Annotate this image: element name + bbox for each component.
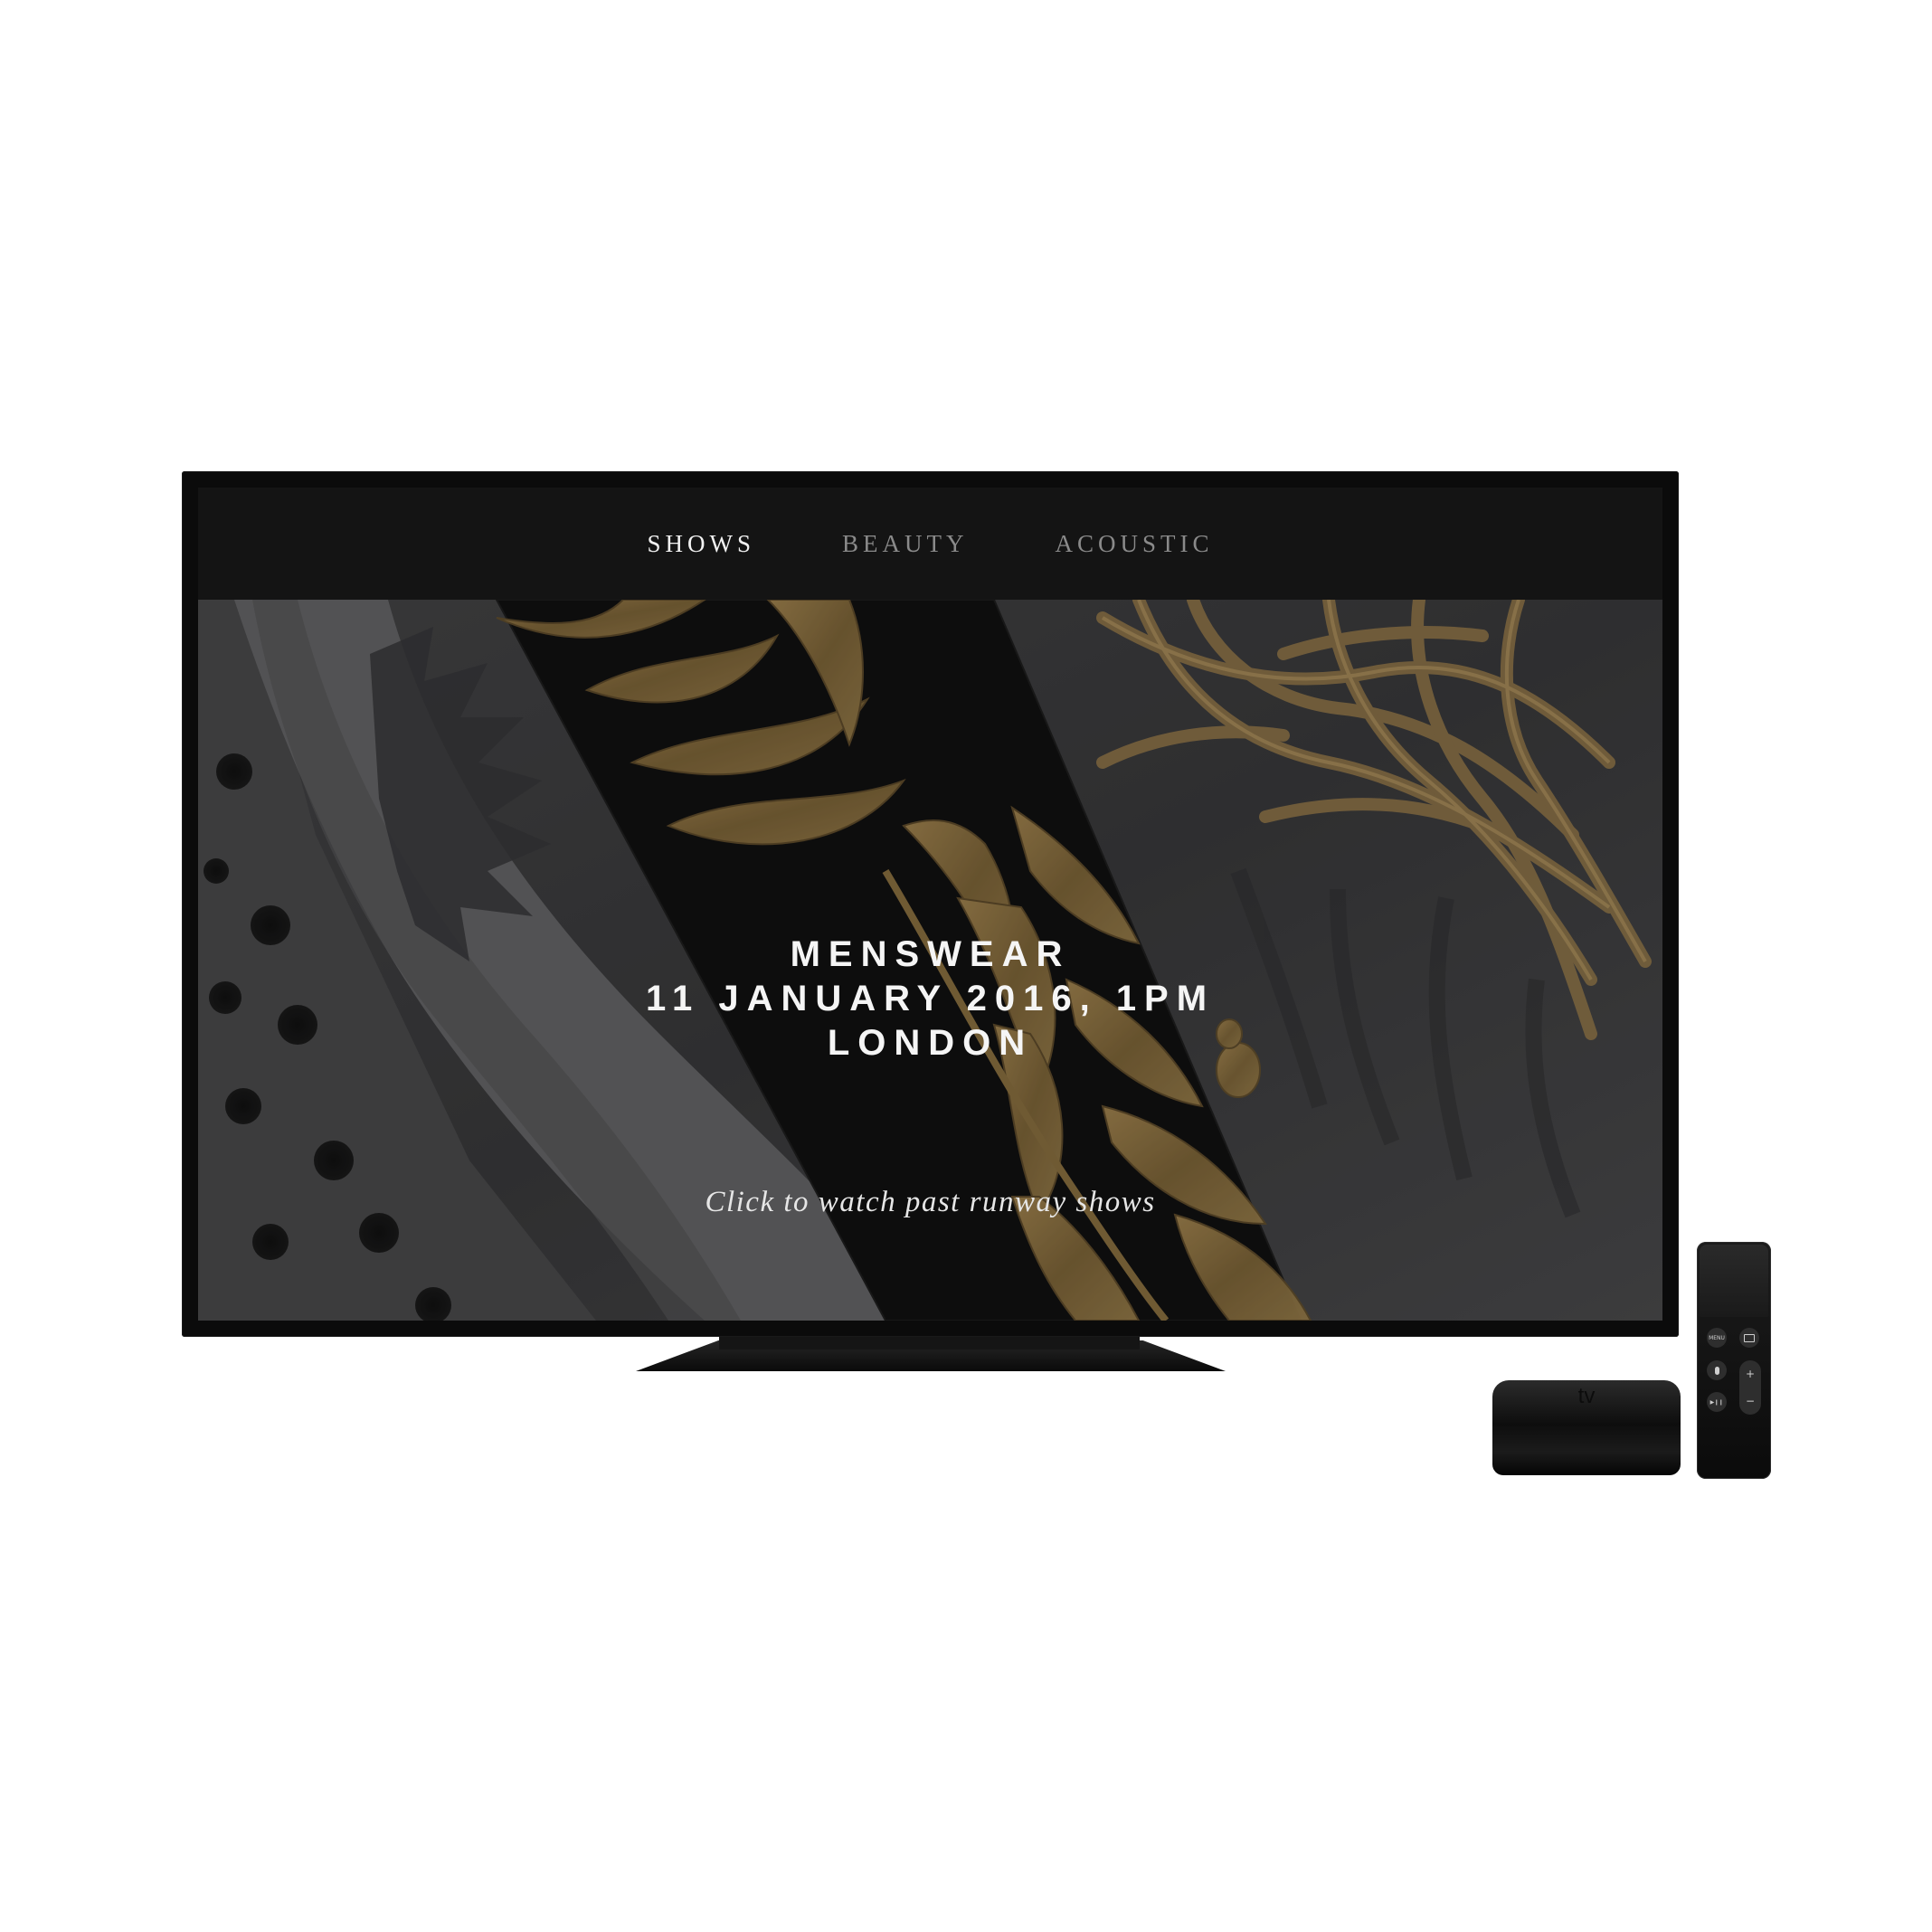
nav-tab-shows[interactable]: SHOWS xyxy=(647,530,755,558)
remote-menu-button[interactable]: MENU xyxy=(1707,1328,1727,1348)
apple-tv-box-top: tv xyxy=(1492,1380,1681,1425)
remote-volume-rocker[interactable]: + − xyxy=(1739,1360,1761,1415)
apple-tv-box: tv xyxy=(1492,1380,1681,1477)
tv-stand-neck xyxy=(719,1337,1140,1350)
remote-menu-label: MENU xyxy=(1709,1334,1725,1341)
nav-tab-acoustic[interactable]: ACOUSTIC xyxy=(1056,530,1214,558)
remote-siri-button[interactable] xyxy=(1707,1360,1727,1380)
remote-home-button[interactable] xyxy=(1739,1328,1759,1348)
event-location: LONDON xyxy=(827,1023,1034,1063)
microphone-icon xyxy=(1714,1366,1719,1375)
apple-tv-logo: tv xyxy=(1577,1384,1596,1408)
volume-down-icon[interactable]: − xyxy=(1746,1395,1755,1407)
tv-screen-icon xyxy=(1744,1333,1755,1342)
nav-tab-beauty[interactable]: BEAUTY xyxy=(842,530,969,558)
volume-up-icon[interactable]: + xyxy=(1746,1368,1755,1380)
remote-touch-surface[interactable] xyxy=(1700,1245,1768,1317)
event-title: MENSWEAR xyxy=(790,934,1071,974)
siri-remote: MENU ▶❙❙ + − xyxy=(1697,1242,1771,1479)
event-headline: MENSWEAR 11 JANUARY 2016, 1PM LONDON xyxy=(198,933,1662,1065)
top-navigation: SHOWS BEAUTY ACOUSTIC xyxy=(198,488,1662,600)
event-date: 11 JANUARY 2016, 1PM xyxy=(645,979,1216,1018)
play-pause-icon: ▶❙❙ xyxy=(1709,1398,1724,1406)
tv-screen: SHOWS BEAUTY ACOUSTIC MENSWEAR 11 JANUAR… xyxy=(198,488,1662,1321)
hero-banner[interactable]: MENSWEAR 11 JANUARY 2016, 1PM LONDON Cli… xyxy=(198,600,1662,1321)
watch-past-shows-link[interactable]: Click to watch past runway shows xyxy=(198,1186,1662,1219)
remote-play-pause-button[interactable]: ▶❙❙ xyxy=(1707,1392,1727,1412)
